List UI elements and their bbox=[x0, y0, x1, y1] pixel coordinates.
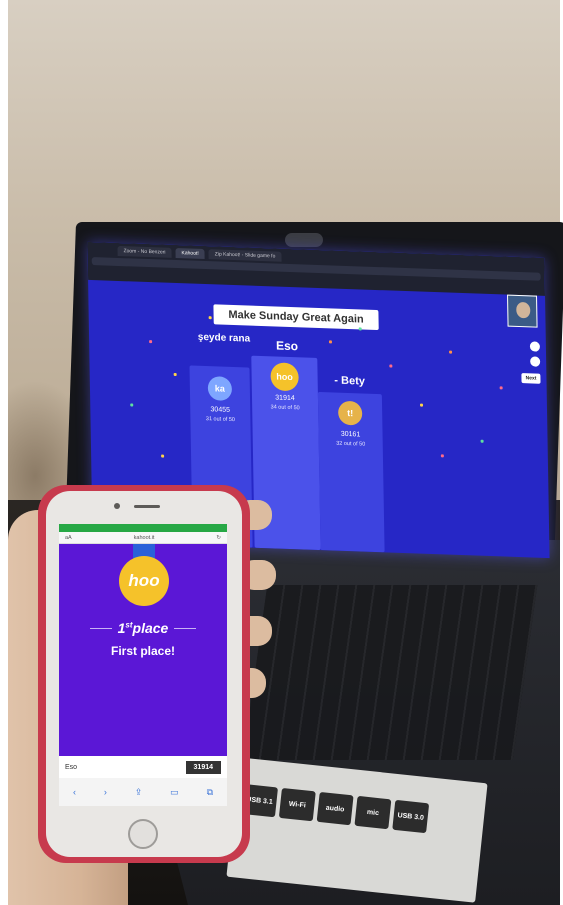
front-camera bbox=[114, 503, 120, 509]
smartphone: aA kahoot.it ↻ hoo 1stplace First place! bbox=[38, 485, 250, 863]
player-nickname: Eso bbox=[65, 763, 78, 771]
sticker-cell: Wi-Fi bbox=[278, 787, 316, 822]
podium-name-second: şeyde rana bbox=[197, 331, 251, 345]
player-total-score: 31914 bbox=[185, 760, 221, 774]
phone-body: aA kahoot.it ↻ hoo 1stplace First place! bbox=[46, 491, 242, 857]
placement-suffix: st bbox=[125, 620, 133, 630]
player-score: 30455 bbox=[210, 406, 231, 414]
player-avatar: t! bbox=[337, 400, 363, 426]
placement-heading: 1stplace bbox=[59, 620, 227, 636]
webcam bbox=[285, 233, 323, 247]
confetti bbox=[161, 454, 165, 458]
browser-tab[interactable]: Zoom - No Benzeri bbox=[117, 245, 172, 258]
confetti bbox=[173, 372, 177, 377]
player-correct-count: 31 out of 50 bbox=[205, 416, 235, 424]
player-footer: Eso 31914 bbox=[59, 756, 227, 778]
confetti bbox=[440, 454, 444, 458]
participant-face bbox=[516, 301, 531, 319]
podium-third: t! 30161 32 out of 50 bbox=[317, 391, 385, 553]
player-score: 30161 bbox=[340, 430, 361, 439]
side-control-button[interactable] bbox=[530, 356, 541, 367]
confetti bbox=[449, 350, 453, 354]
divider-line bbox=[89, 627, 112, 629]
home-button[interactable] bbox=[128, 819, 158, 849]
sticker-cell: audio bbox=[316, 791, 354, 826]
phone-url: kahoot.it bbox=[133, 534, 155, 541]
earpiece bbox=[134, 505, 160, 508]
confetti bbox=[419, 403, 424, 407]
side-control-button[interactable] bbox=[529, 341, 540, 352]
safari-toolbar: ‹ › ⇪ ▭ ⧉ bbox=[59, 778, 227, 806]
confetti bbox=[358, 327, 362, 331]
confetti bbox=[149, 340, 153, 344]
medal-badge: hoo bbox=[119, 556, 169, 606]
confetti bbox=[208, 316, 212, 320]
laptop-keyboard bbox=[242, 585, 538, 760]
confetti bbox=[328, 340, 333, 344]
participant-video[interactable] bbox=[507, 294, 538, 328]
confetti bbox=[480, 439, 484, 443]
quiz-title-banner: Make Sunday Great Again bbox=[213, 304, 379, 331]
podium-name-first: Eso bbox=[275, 338, 299, 354]
confetti bbox=[389, 364, 393, 368]
back-icon[interactable]: ‹ bbox=[73, 787, 76, 797]
divider-line bbox=[174, 627, 197, 629]
side-controls bbox=[529, 341, 541, 367]
player-avatar: hoo bbox=[270, 362, 299, 392]
placement-word: place bbox=[132, 620, 169, 636]
sticker-cell: mic bbox=[354, 795, 392, 830]
player-score: 31914 bbox=[275, 394, 295, 403]
sticker-cell: USB 3.0 bbox=[392, 799, 430, 834]
player-correct-count: 34 out of 50 bbox=[270, 404, 300, 412]
photo-frame: USB 3.1 Wi-Fi audio mic USB 3.0 Zoom - N… bbox=[0, 0, 563, 905]
phone-screen: aA kahoot.it ↻ hoo 1stplace First place! bbox=[59, 524, 227, 806]
bookmarks-icon[interactable]: ▭ bbox=[170, 787, 179, 798]
browser-tab[interactable]: Kahoot! bbox=[175, 247, 205, 260]
phone-address-bar[interactable]: aA kahoot.it ↻ bbox=[59, 532, 227, 544]
next-button[interactable]: Next bbox=[521, 373, 541, 384]
podium-name-third: - Bety bbox=[334, 374, 366, 388]
result-panel: hoo 1stplace First place! bbox=[59, 544, 227, 756]
aa-icon[interactable]: aA bbox=[65, 535, 72, 541]
phone-status-bar bbox=[59, 524, 227, 532]
tabs-icon[interactable]: ⧉ bbox=[207, 787, 213, 798]
forward-icon[interactable]: › bbox=[104, 787, 107, 797]
player-avatar: ka bbox=[207, 376, 233, 401]
confetti bbox=[499, 386, 503, 390]
confetti bbox=[130, 403, 134, 407]
share-icon[interactable]: ⇪ bbox=[135, 787, 143, 798]
placement-text: 1stplace bbox=[118, 620, 169, 636]
browser-tab[interactable]: Zip Kahoot! - Slide game fo bbox=[208, 249, 282, 262]
result-message: First place! bbox=[110, 644, 176, 658]
player-correct-count: 32 out of 50 bbox=[336, 440, 366, 448]
reload-icon[interactable]: ↻ bbox=[216, 535, 221, 541]
